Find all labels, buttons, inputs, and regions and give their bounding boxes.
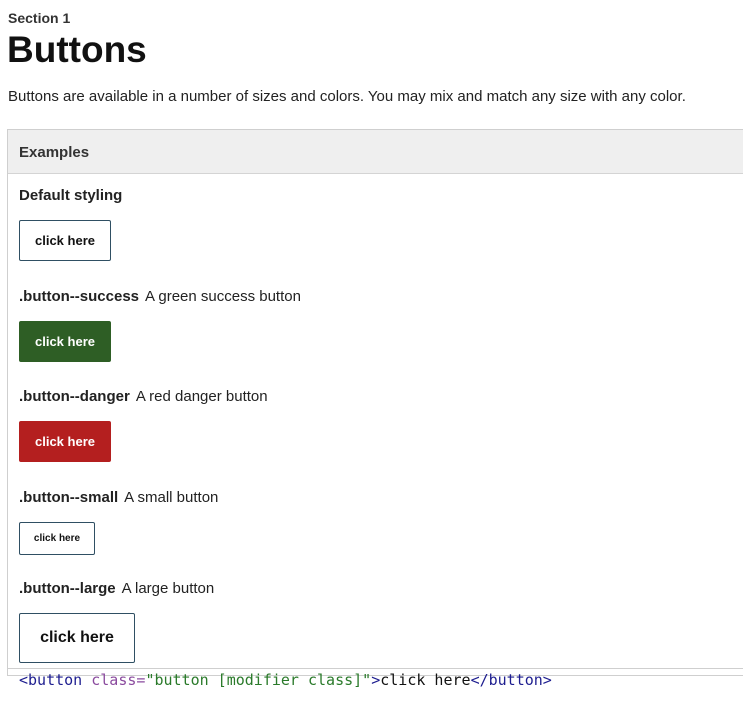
large-description: A large button (121, 580, 215, 597)
small-button[interactable]: click here (19, 522, 95, 555)
default-styling-label: Default styling (19, 187, 123, 204)
examples-title: Examples (19, 144, 90, 161)
code-attr-value: "button [modifier class]" (145, 671, 372, 689)
code-tag-close: > (371, 671, 381, 689)
example-heading-small: .button--small A small button (19, 489, 218, 506)
success-description: A green success button (145, 288, 301, 305)
example-heading-danger: .button--danger A red danger button (19, 388, 268, 405)
small-description: A small button (124, 489, 219, 506)
intro-text: Buttons are available in a number of siz… (8, 88, 686, 105)
danger-button[interactable]: click here (19, 421, 111, 462)
section-label: Section 1 (8, 10, 71, 26)
success-button[interactable]: click here (19, 321, 111, 362)
examples-panel: Examples Default styling click here .but… (7, 129, 743, 689)
code-example: <button class="button [modifier class]">… (8, 668, 743, 692)
code-attr-name: class= (82, 671, 146, 689)
code-end-tag: </button> (470, 671, 552, 689)
code-text: click here (380, 671, 471, 689)
page-title: Buttons (7, 29, 147, 70)
large-class-name: .button--large (19, 580, 116, 597)
code-open-tag: <button (19, 671, 83, 689)
example-heading-large: .button--large A large button (19, 580, 214, 597)
large-button[interactable]: click here (19, 613, 135, 663)
danger-class-name: .button--danger (19, 388, 130, 405)
example-heading-default: Default styling (19, 187, 122, 204)
success-class-name: .button--success (19, 288, 140, 305)
default-button[interactable]: click here (19, 220, 111, 261)
examples-header: Examples (8, 130, 743, 174)
example-heading-success: .button--success A green success button (19, 288, 301, 305)
danger-description: A red danger button (135, 388, 268, 405)
small-class-name: .button--small (19, 489, 119, 506)
